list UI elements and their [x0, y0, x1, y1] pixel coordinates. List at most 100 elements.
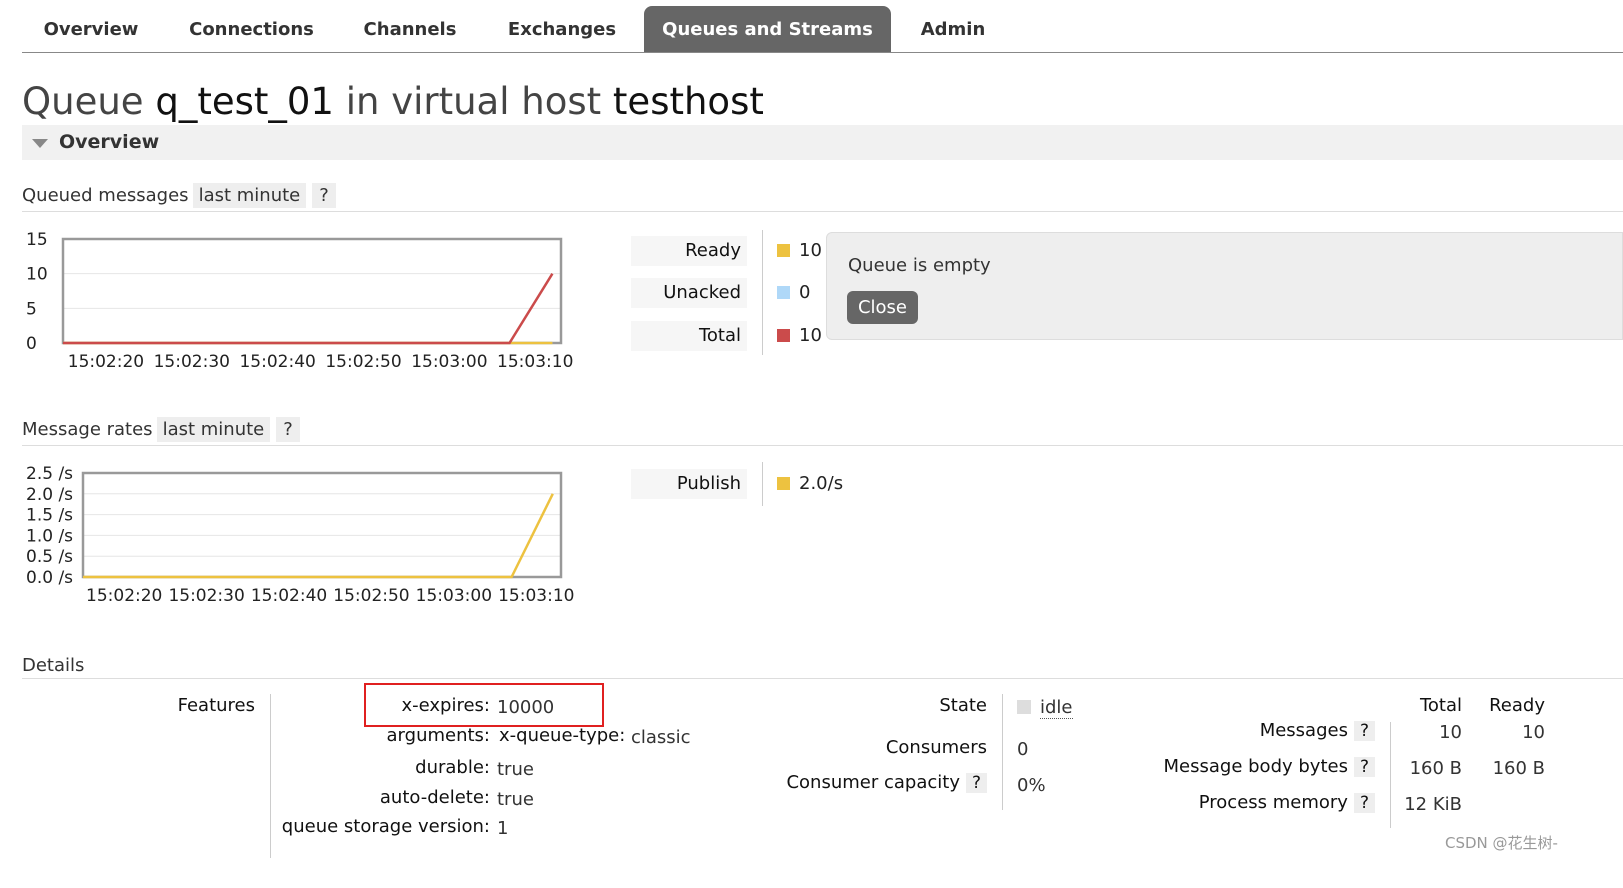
y-tick-label: 2.5 /s — [26, 464, 73, 484]
x-tick-label: 15:03:00 — [411, 352, 487, 372]
message-rates-range[interactable]: last minute — [156, 417, 271, 442]
divider — [22, 211, 1623, 212]
ready-swatch — [777, 244, 790, 257]
legend-publish-value: 2.0/s — [777, 469, 843, 499]
unacked-count: 0 — [799, 282, 811, 303]
title-middle: in virtual host — [345, 80, 602, 123]
body-bytes-ready: 160 B — [1492, 758, 1545, 779]
x-tick-label: 15:02:50 — [325, 352, 401, 372]
y-tick-label: 2.0 /s — [26, 485, 73, 505]
y-tick-label: 0.0 /s — [26, 568, 73, 588]
total-swatch — [777, 329, 790, 342]
queue-empty-popup: Queue is empty Close — [826, 232, 1623, 340]
feature-value-x-expires: 10000 — [497, 697, 555, 718]
queue-name: q_test_01 — [155, 80, 334, 123]
consumer-capacity-value: 0% — [1017, 775, 1046, 796]
y-tick-label: 0.5 /s — [26, 547, 73, 567]
tab-channels[interactable]: Channels — [347, 6, 473, 52]
legend-unacked-value: 0 — [777, 278, 810, 308]
feature-value-x-queue-type: classic — [631, 727, 691, 748]
body-bytes-help[interactable]: ? — [1353, 757, 1375, 777]
x-tick-label: 15:02:40 — [239, 352, 315, 372]
y-tick-label: 10 — [26, 265, 48, 285]
messages-row-label: Messages? — [1140, 720, 1375, 741]
legend-ready-label: Ready — [631, 236, 747, 266]
feature-value-auto-delete: true — [497, 789, 534, 810]
divider — [22, 445, 1623, 446]
stats-divider — [1390, 722, 1391, 828]
state-idle-text: idle — [1040, 697, 1073, 719]
x-tick-label: 15:02:20 — [68, 352, 144, 372]
message-rates-chart: 2.5 /s2.0 /s1.5 /s1.0 /s0.5 /s0.0 /s 15:0… — [26, 464, 574, 606]
queued-messages-range[interactable]: last minute — [192, 183, 307, 208]
message-rates-header: Message rates last minute? — [22, 417, 300, 445]
plot-frame — [81, 471, 563, 579]
title-prefix: Queue — [22, 80, 144, 123]
nav-tabs: Overview Connections Channels Exchanges … — [22, 6, 1623, 53]
feature-value-queue-storage-version: 1 — [497, 818, 509, 839]
overview-section-label: Overview — [59, 131, 160, 153]
tab-overview[interactable]: Overview — [22, 6, 160, 52]
y-tick-label: 1.0 /s — [26, 526, 73, 546]
legend-publish-label: Publish — [631, 469, 747, 499]
page-title: Queue q_test_01 in virtual host testhost — [22, 80, 764, 123]
body-bytes-total: 160 B — [1409, 758, 1462, 779]
feature-key-durable: durable: — [415, 757, 490, 778]
close-button[interactable]: Close — [847, 291, 918, 324]
tab-admin[interactable]: Admin — [908, 6, 998, 52]
y-tick-label: 0 — [26, 334, 37, 354]
legend-total-label: Total — [631, 321, 747, 351]
stats-header-total: Total — [1419, 695, 1462, 716]
popup-message: Queue is empty — [848, 255, 991, 276]
consumer-capacity-help[interactable]: ? — [965, 773, 987, 793]
messages-total: 10 — [1439, 722, 1462, 743]
state-divider — [1002, 694, 1003, 810]
consumer-capacity-row-label: Consumer capacity? — [760, 772, 987, 793]
tab-queues-and-streams[interactable]: Queues and Streams — [644, 6, 891, 52]
process-memory-label: Process memory — [1198, 792, 1348, 813]
x-tick-label: 15:03:10 — [497, 352, 573, 372]
consumers-label: Consumers — [885, 737, 987, 758]
features-label: Features — [177, 695, 255, 716]
ready-count: 10 — [799, 240, 822, 261]
queued-messages-header: Queued messages last minute? — [22, 183, 336, 211]
feature-value-durable: true — [497, 759, 534, 780]
collapse-triangle-icon — [32, 139, 48, 148]
queued-messages-chart: 15 10 5 0 15:02:20 15:02:30 15:02:40 15:02:50 15… — [26, 230, 573, 372]
legend-total-value: 10 — [777, 321, 822, 351]
process-memory-help[interactable]: ? — [1353, 793, 1375, 813]
publish-swatch — [777, 477, 790, 490]
message-rates-help[interactable]: ? — [276, 417, 300, 442]
overview-section-toggle[interactable]: Overview — [22, 125, 1623, 160]
process-memory-total: 12 KiB — [1404, 794, 1462, 815]
tab-exchanges[interactable]: Exchanges — [492, 6, 632, 52]
x-tick-label: 15:02:30 — [154, 352, 230, 372]
y-tick-label: 5 — [26, 299, 37, 319]
x-tick-label: 15:03:10 — [498, 586, 574, 606]
body-bytes-row-label: Message body bytes? — [1140, 756, 1375, 777]
process-memory-row-label: Process memory? — [1140, 792, 1375, 813]
body-bytes-label: Message body bytes — [1163, 756, 1348, 777]
queued-messages-help[interactable]: ? — [312, 183, 336, 208]
legend-ready-value: 10 — [777, 236, 822, 266]
messages-ready: 10 — [1522, 722, 1545, 743]
messages-label: Messages — [1259, 720, 1348, 741]
watermark: CSDN @花生树- — [1445, 834, 1558, 852]
vhost-name: testhost — [612, 80, 764, 123]
feature-key-queue-storage-version: queue storage version: — [281, 816, 490, 837]
message-rates-label: Message rates — [22, 419, 153, 440]
x-tick-label: 15:02:40 — [251, 586, 327, 606]
queued-messages-label: Queued messages — [22, 185, 189, 206]
x-tick-label: 15:02:50 — [333, 586, 409, 606]
feature-key-x-expires: x-expires: — [401, 695, 490, 716]
feature-key-auto-delete: auto-delete: — [379, 787, 490, 808]
legend-divider — [762, 230, 763, 355]
total-count: 10 — [799, 325, 822, 346]
state-value: idle — [1017, 697, 1073, 719]
tab-connections[interactable]: Connections — [174, 6, 329, 52]
y-tick-label: 1.5 /s — [26, 506, 73, 526]
messages-help[interactable]: ? — [1353, 721, 1375, 741]
publish-rate: 2.0/s — [799, 473, 844, 494]
feature-key-arguments: arguments: — [386, 725, 490, 746]
details-label: Details — [22, 655, 85, 676]
